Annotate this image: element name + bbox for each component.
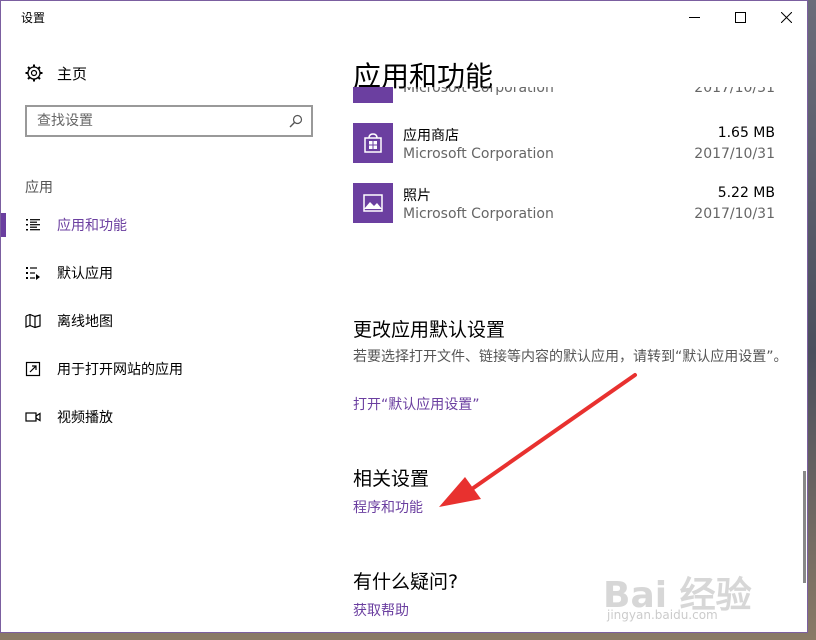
settings-window: 设置 主页 应用 xyxy=(0,0,808,633)
maximize-button[interactable] xyxy=(717,1,763,33)
sidebar-item-apps-for-websites[interactable]: 用于打开网站的应用 xyxy=(1,354,321,384)
sidebar-item-apps-features[interactable]: 应用和功能 xyxy=(1,210,321,240)
store-icon xyxy=(353,123,393,163)
app-name: 照片 xyxy=(403,188,431,204)
sidebar-item-label: 应用和功能 xyxy=(57,218,127,234)
app-size: 5.22 MB xyxy=(717,185,775,201)
minimize-button[interactable] xyxy=(671,1,717,33)
scrollbar[interactable] xyxy=(803,471,806,583)
baidu-watermark: Bai 经验 jingyan.baidu.com xyxy=(603,566,763,626)
app-name: 应用商店 xyxy=(403,128,459,144)
maximize-icon xyxy=(734,11,746,23)
window-title: 设置 xyxy=(21,11,46,25)
app-publisher: Microsoft Corporation xyxy=(403,87,554,96)
programs-features-link[interactable]: 程序和功能 xyxy=(353,497,423,517)
app-icon xyxy=(353,87,393,103)
app-date: 2017/10/31 xyxy=(694,206,775,222)
offline-maps-icon xyxy=(25,313,41,329)
get-help-link[interactable]: 获取帮助 xyxy=(353,600,409,620)
gear-icon xyxy=(25,64,43,82)
sidebar-item-label: 用于打开网站的应用 xyxy=(57,362,183,378)
app-date: 2017/10/31 xyxy=(694,146,775,162)
open-default-apps-link[interactable]: 打开“默认应用设置” xyxy=(353,394,480,414)
app-size: 1.65 MB xyxy=(717,125,775,141)
app-date: 2017/10/31 xyxy=(694,87,775,96)
sidebar-item-label: 视频播放 xyxy=(57,410,113,426)
default-apps-description: 若要选择打开文件、链接等内容的默认应用，请转到“默认应用设置”。 xyxy=(353,349,788,365)
search-box[interactable] xyxy=(25,105,313,137)
app-row-store[interactable]: 应用商店 Microsoft Corporation 1.65 MB 2017/… xyxy=(353,123,777,171)
related-settings-heading: 相关设置 xyxy=(353,468,430,490)
close-button[interactable] xyxy=(763,1,807,33)
active-indicator xyxy=(1,213,6,237)
search-icon xyxy=(289,114,303,128)
close-icon xyxy=(780,11,792,23)
default-apps-heading: 更改应用默认设置 xyxy=(353,319,506,341)
apps-for-websites-icon xyxy=(25,361,41,377)
app-publisher: Microsoft Corporation xyxy=(403,206,554,222)
default-apps-icon xyxy=(26,267,40,280)
home-nav-item[interactable]: 主页 xyxy=(25,61,87,85)
sidebar-item-label: 默认应用 xyxy=(57,266,113,282)
home-label: 主页 xyxy=(57,64,88,83)
video-playback-icon xyxy=(25,412,41,422)
sidebar-section-label: 应用 xyxy=(25,180,53,196)
title-bar: 设置 xyxy=(1,1,807,33)
app-row-photos[interactable]: 照片 Microsoft Corporation 5.22 MB 2017/10… xyxy=(353,183,777,231)
sidebar-item-offline-maps[interactable]: 离线地图 xyxy=(1,306,321,336)
watermark-url: jingyan.baidu.com xyxy=(607,608,718,622)
photos-icon xyxy=(353,183,393,223)
watermark-logo-text: Bai 经验 xyxy=(603,575,752,616)
questions-heading: 有什么疑问? xyxy=(353,571,459,593)
app-publisher: Microsoft Corporation xyxy=(403,146,554,162)
minimize-icon xyxy=(688,16,700,18)
search-input[interactable] xyxy=(27,112,289,130)
sidebar-item-default-apps[interactable]: 默认应用 xyxy=(1,258,321,288)
partial-app-row[interactable]: Microsoft Corporation 2017/10/31 xyxy=(353,87,777,103)
sidebar-item-label: 离线地图 xyxy=(57,314,113,330)
apps-features-icon xyxy=(26,219,40,231)
sidebar-item-video-playback[interactable]: 视频播放 xyxy=(1,402,321,432)
